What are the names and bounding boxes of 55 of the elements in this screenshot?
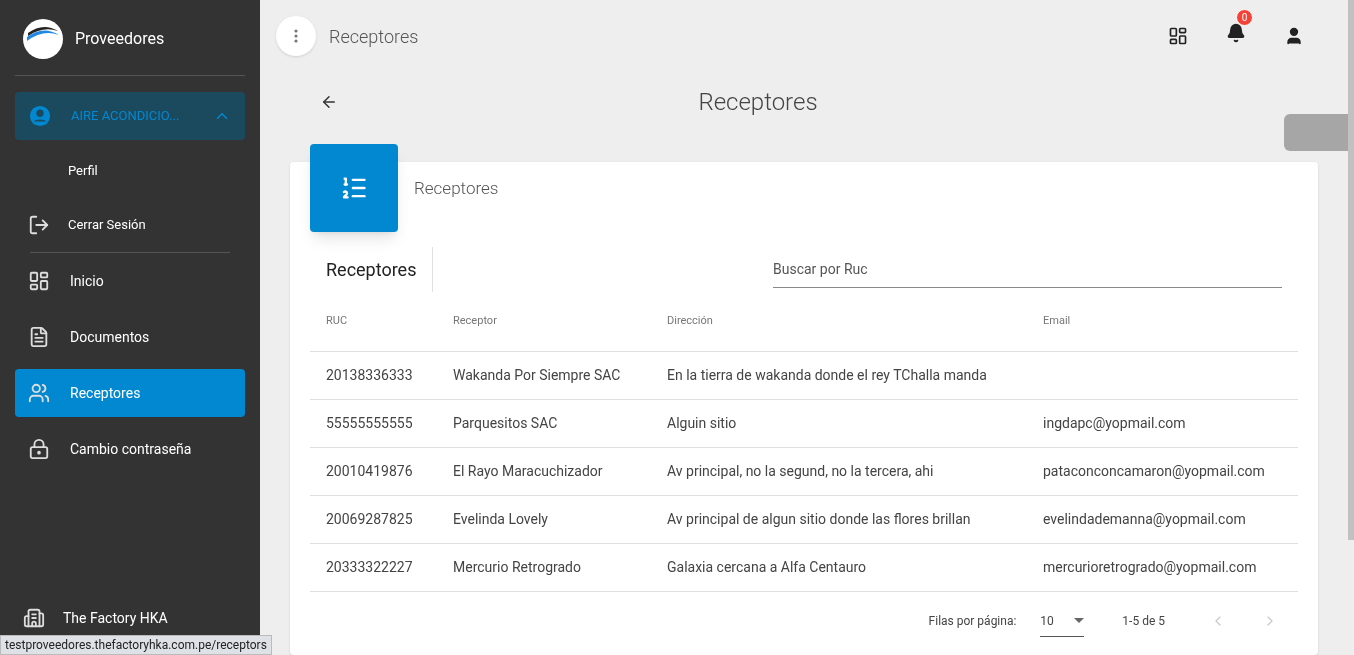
account-icon <box>29 105 51 127</box>
status-bar: testproveedores.thefactoryhka.com.pe/receptors <box>0 635 272 655</box>
column-header: Receptor <box>453 314 497 328</box>
table-cell: 55555555555 <box>326 415 413 431</box>
table-cell: 20333322227 <box>326 559 413 575</box>
table-cell: Parquesitos SAC <box>453 415 558 431</box>
company-name: The Factory HKA <box>63 608 168 628</box>
table-cell: Av principal, no la segund, no la tercera, ahi <box>667 463 934 479</box>
table-cell: 20069287825 <box>326 511 413 527</box>
table-cell: pataconconcamaron@yopmail.com <box>1043 463 1265 479</box>
page-title: Receptores <box>697 87 819 118</box>
lock-icon <box>28 438 50 460</box>
logo-icon <box>23 19 63 59</box>
column-header: Dirección <box>667 314 713 328</box>
topbar-title: Receptores <box>329 24 419 49</box>
user-menu-item[interactable]: Perfil <box>28 144 230 198</box>
table-cell: ingdapc@yopmail.com <box>1043 415 1186 431</box>
brand-name: Proveedores <box>75 28 165 50</box>
nav-item[interactable]: Cambio contraseña <box>15 425 245 473</box>
column-header: Email <box>1043 314 1071 328</box>
table-cell: Wakanda Por Siempre SAC <box>453 367 621 383</box>
table-cell: evelindademanna@yopmail.com <box>1043 511 1246 527</box>
table-cell: Alguin sitio <box>667 415 737 431</box>
nav-item[interactable]: Inicio <box>15 257 245 305</box>
people-icon <box>28 382 50 404</box>
user-menu-item[interactable]: Cerrar Sesión <box>28 198 230 252</box>
dashboard-icon <box>28 270 50 292</box>
table-cell: Galaxia cercana a Alfa Centauro <box>667 559 867 575</box>
nav-item[interactable]: Documentos <box>15 313 245 361</box>
table-cell: mercurioretrogrado@yopmail.com <box>1043 559 1257 575</box>
card-title: Receptores <box>414 177 499 200</box>
table-cell: En la tierra de wakanda donde el rey TChalla manda <box>667 367 987 383</box>
table-cell: El Rayo Maracuchizador <box>453 463 603 479</box>
account-button[interactable] <box>1284 26 1304 46</box>
table-cell: 20010419876 <box>326 463 413 479</box>
notification-badge: 0 <box>1236 8 1253 26</box>
table-cell: Evelinda Lovely <box>453 511 548 527</box>
notifications-button[interactable] <box>1226 22 1246 43</box>
table-title: Receptores <box>310 247 434 292</box>
table-cell: Av principal de algun sitio donde las flores brillan <box>667 511 971 527</box>
logout-icon <box>28 214 50 236</box>
table-cell: 20138336333 <box>326 367 413 383</box>
rows-per-page-label: Filas por página: <box>928 613 1017 630</box>
nav-item[interactable]: Receptores <box>15 369 245 417</box>
search-field[interactable]: Buscar por Ruc <box>773 251 1282 288</box>
more-vertical-icon <box>294 29 298 43</box>
back-button[interactable] <box>320 93 338 111</box>
dashboard-button[interactable] <box>1168 26 1188 46</box>
page-range: 1-5 de 5 <box>1122 613 1165 630</box>
rows-per-page-select[interactable]: 10 <box>1040 605 1085 637</box>
building-icon <box>23 607 45 629</box>
table-cell: Mercurio Retrogrado <box>453 559 581 575</box>
dropdown-caret-icon <box>1074 618 1085 623</box>
document-icon <box>28 326 50 348</box>
column-header: RUC <box>326 314 348 328</box>
